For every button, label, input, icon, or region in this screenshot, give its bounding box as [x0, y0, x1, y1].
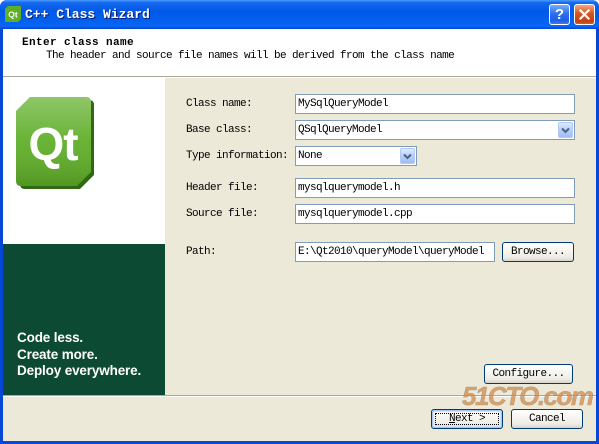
- chevron-down-icon: [561, 127, 570, 134]
- header-file-label: Header file:: [186, 182, 259, 194]
- next-button[interactable]: Next >: [431, 409, 503, 429]
- window-title: C++ Class Wizard: [25, 7, 150, 22]
- chevron-down-icon-path: [561, 127, 570, 134]
- configure-button[interactable]: Configure...: [484, 364, 573, 384]
- close-icon: [578, 8, 591, 21]
- tagline: Code less. Create more. Deploy everywher…: [17, 330, 141, 380]
- qt-logo: Qt: [16, 97, 94, 189]
- base-class-value: QSqlQueryModel: [298, 124, 383, 136]
- cancel-button[interactable]: Cancel: [511, 409, 583, 429]
- help-button[interactable]: ?: [549, 4, 570, 25]
- base-class-dropdown-button[interactable]: [558, 122, 573, 138]
- type-information-combobox[interactable]: None: [295, 146, 417, 166]
- base-class-combobox[interactable]: QSqlQueryModel: [295, 120, 575, 140]
- base-class-label: Base class:: [186, 124, 253, 136]
- chevron-down-icon-path: [403, 153, 412, 160]
- side-banner-green: Code less. Create more. Deploy everywher…: [3, 244, 165, 395]
- close-button[interactable]: [574, 4, 595, 25]
- type-information-value: None: [298, 150, 323, 162]
- tagline-line-3: Deploy everywhere.: [17, 363, 142, 378]
- close-icon-cross: [578, 8, 591, 21]
- source-file-input[interactable]: [295, 204, 575, 224]
- page-subtitle: The header and source file names will be…: [46, 50, 455, 62]
- dialog-client-area: Enter class name The header and source f…: [3, 29, 596, 441]
- browse-button[interactable]: Browse...: [502, 242, 574, 262]
- wizard-header: Enter class name The header and source f…: [3, 29, 596, 76]
- tagline-line-2: Create more.: [17, 346, 98, 362]
- tagline-line-1: Code less.: [17, 330, 84, 345]
- type-information-dropdown-button[interactable]: [400, 148, 415, 164]
- class-name-label: Class name:: [186, 98, 253, 110]
- path-input[interactable]: [295, 242, 495, 262]
- class-wizard-window: Qt C++ Class Wizard ? Enter class name T…: [0, 0, 599, 444]
- help-icon: ?: [554, 6, 565, 23]
- qt-logo-icon: Qt: [5, 6, 21, 22]
- path-label: Path:: [186, 246, 217, 258]
- chevron-down-icon: [403, 153, 412, 160]
- qt-logo-icon-text: Qt: [8, 10, 18, 20]
- source-file-label: Source file:: [186, 208, 259, 220]
- header-file-input[interactable]: [295, 178, 575, 198]
- side-banner: Qt Code less. Create more. Deploy everyw…: [3, 78, 165, 395]
- page-title: Enter class name: [22, 37, 135, 49]
- class-name-input[interactable]: [295, 94, 575, 114]
- next-button-label: Next >: [448, 413, 486, 425]
- footer-divider: [3, 395, 596, 397]
- type-information-label: Type information:: [186, 150, 289, 162]
- title-bar: Qt C++ Class Wizard ?: [0, 0, 599, 29]
- qt-logo-text: Qt: [28, 118, 78, 170]
